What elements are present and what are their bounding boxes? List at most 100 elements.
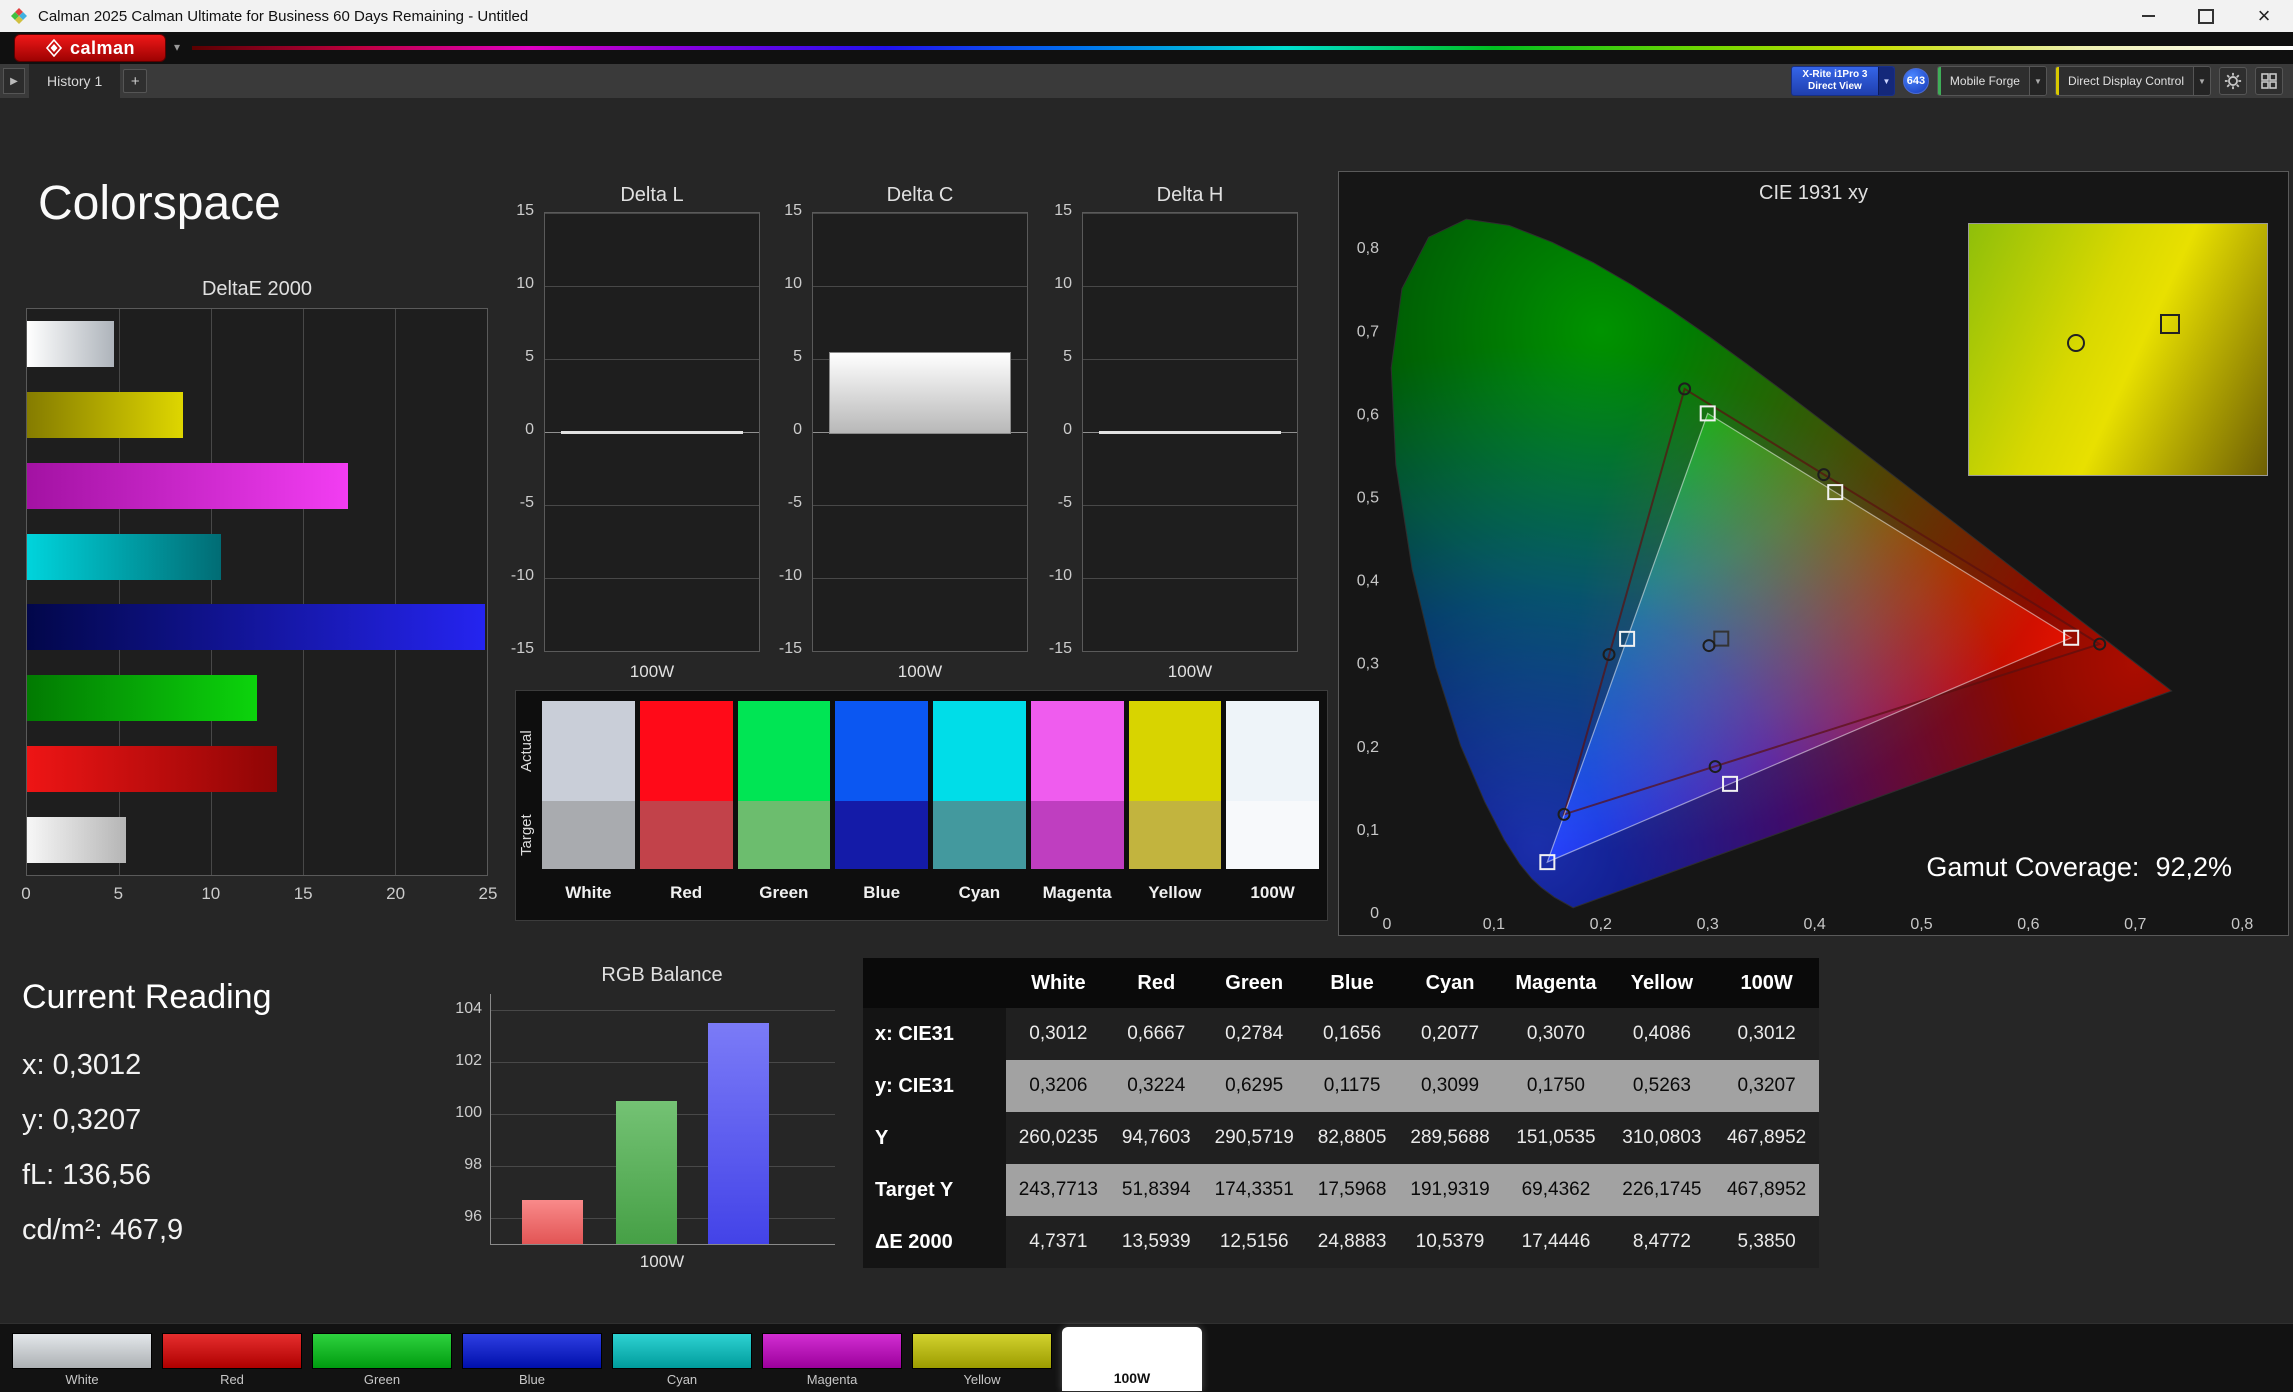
axis-tick-label: -10 [494, 567, 534, 585]
actual-swatch-magenta [1031, 701, 1124, 801]
logo-bar: calman ▾ [0, 32, 2293, 64]
deltae-bar-100w [27, 817, 126, 863]
workspace-layout-button[interactable] [2255, 67, 2283, 95]
pattern-button-magenta[interactable]: Magenta [762, 1333, 902, 1387]
deltae-chart [26, 308, 488, 876]
pattern-color-swatch [462, 1333, 602, 1369]
actual-target-swatch-strip: Actual Target WhiteRedGreenBlueCyanMagen… [515, 690, 1328, 921]
actual-swatch-green [738, 701, 831, 801]
pattern-color-swatch [912, 1333, 1052, 1369]
axis-tick-label: 15 [762, 202, 802, 220]
gridline [491, 1010, 835, 1011]
deltae-bar-red [27, 746, 277, 792]
axis-tick-label: 0,1 [1357, 822, 1379, 839]
axis-tick-label: 0,6 [1357, 406, 1379, 423]
maximize-icon [2198, 9, 2214, 24]
axis-tick-label: 0 [21, 884, 30, 904]
add-tab-button[interactable]: + [123, 69, 147, 93]
tab-history-1[interactable]: History 1 [29, 64, 120, 98]
gamut-coverage-value: 92,2% [2155, 852, 2232, 882]
gear-icon [2224, 72, 2242, 90]
gridline [1083, 505, 1297, 506]
pattern-button-cyan[interactable]: Cyan [612, 1333, 752, 1387]
pattern-button-white[interactable]: White [12, 1333, 152, 1387]
meter-name: X-Rite i1Pro 3 [1792, 69, 1878, 81]
actual-swatch-blue [835, 701, 928, 801]
gridline [813, 505, 1027, 506]
source-selector-button[interactable]: Mobile Forge ▼ [1937, 66, 2047, 96]
pattern-button-green[interactable]: Green [312, 1333, 452, 1387]
pattern-button-yellow[interactable]: Yellow [912, 1333, 1052, 1387]
delta-l-chart [544, 212, 760, 652]
gridline [395, 309, 396, 875]
axis-tick-label: 0,3 [1697, 916, 1719, 933]
app-icon [10, 7, 28, 25]
display-control-label: Direct Display Control [2059, 74, 2193, 88]
swatch-column-cyan: Cyan [933, 701, 1026, 903]
display-control-selector-button[interactable]: Direct Display Control ▼ [2055, 66, 2211, 96]
calman-logo-button[interactable]: calman [14, 34, 166, 62]
gridline [1083, 286, 1297, 287]
delta-c-x-label: 100W [812, 662, 1028, 682]
table-cell: 17,4446 [1502, 1216, 1609, 1268]
logo-menu-caret-icon[interactable]: ▾ [174, 40, 180, 54]
swatch-label: 100W [1226, 883, 1319, 903]
axis-tick-label: -5 [1032, 494, 1072, 512]
target-swatch-white [542, 801, 635, 869]
axis-tick-label: 0,2 [1590, 916, 1612, 933]
pattern-color-swatch [12, 1333, 152, 1369]
pattern-button-red[interactable]: Red [162, 1333, 302, 1387]
delta-c-title: Delta C [812, 184, 1028, 207]
axis-tick-label: 0,8 [1357, 240, 1379, 257]
table-cell: 0,2077 [1398, 1008, 1503, 1060]
pattern-button-blue[interactable]: Blue [462, 1333, 602, 1387]
table-cell: 0,2784 [1202, 1008, 1307, 1060]
axis-tick-label: 25 [479, 884, 498, 904]
table-cell: 0,1750 [1502, 1060, 1609, 1112]
swatch-column-blue: Blue [835, 701, 928, 903]
table-cell: 0,6667 [1111, 1008, 1202, 1060]
table-cell: 0,1656 [1307, 1008, 1398, 1060]
table-cell: 174,3351 [1202, 1164, 1307, 1216]
maximize-button[interactable] [2177, 0, 2235, 32]
gamut-coverage-label: Gamut Coverage: [1926, 852, 2139, 882]
table-row: ΔE 20004,737113,593912,515624,888310,537… [863, 1216, 1819, 1268]
axis-tick-label: 0 [762, 421, 802, 439]
meter-selector-button[interactable]: X-Rite i1Pro 3 Direct View ▼ [1791, 66, 1895, 96]
table-cell: 82,8805 [1307, 1112, 1398, 1164]
minimize-button[interactable] [2119, 0, 2177, 32]
tab-scroll-button[interactable]: ▶ [3, 68, 25, 94]
table-column-header-yellow: Yellow [1610, 958, 1715, 1008]
delta_c-bar [829, 352, 1011, 434]
table-cell: 0,3224 [1111, 1060, 1202, 1112]
pattern-button-100w[interactable]: 100W [1062, 1327, 1202, 1391]
table-row: x: CIE310,30120,66670,27840,16560,20770,… [863, 1008, 1819, 1060]
target-swatch-green [738, 801, 831, 869]
table-cell: 191,9319 [1398, 1164, 1503, 1216]
calman-diamond-icon [45, 39, 63, 57]
table-cell: 0,3206 [1006, 1060, 1111, 1112]
axis-tick-label: -5 [762, 494, 802, 512]
table-cell: 260,0235 [1006, 1112, 1111, 1164]
current-reading-title: Current Reading [22, 978, 271, 1017]
close-button[interactable]: × [2235, 0, 2293, 32]
table-column-header-cyan: Cyan [1398, 958, 1503, 1008]
table-cell: 12,5156 [1202, 1216, 1307, 1268]
table-cell: 467,8952 [1714, 1112, 1819, 1164]
pattern-bar: White RedGreenBlueCyanMagenta Yellow 100W [0, 1323, 2293, 1392]
plus-icon: + [131, 73, 140, 90]
swatch-label: Cyan [933, 883, 1026, 903]
table-cell: 467,8952 [1714, 1164, 1819, 1216]
table-cell: 5,3850 [1714, 1216, 1819, 1268]
pattern-label: White [12, 1372, 152, 1387]
pattern-label: Yellow [912, 1372, 1052, 1387]
table-row-label: Y [863, 1112, 1006, 1164]
settings-gear-button[interactable] [2219, 67, 2247, 95]
rgb-bar-green [616, 1101, 677, 1244]
chevron-down-icon: ▼ [2193, 67, 2210, 95]
table-column-header-red: Red [1111, 958, 1202, 1008]
gridline [545, 505, 759, 506]
target-swatch-100w [1226, 801, 1319, 869]
deltae-bar-magenta [27, 463, 348, 509]
axis-tick-label: 96 [424, 1208, 482, 1226]
